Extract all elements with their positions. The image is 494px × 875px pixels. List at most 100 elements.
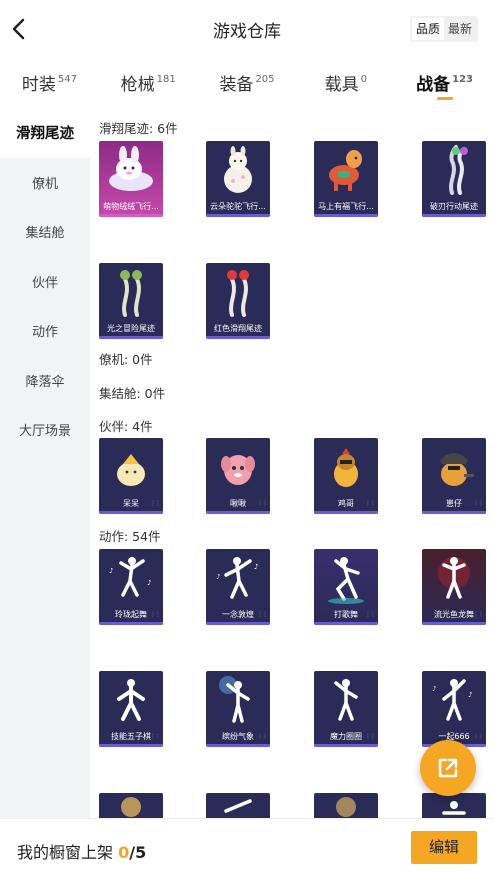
item-card[interactable]: 马上有福飞行... [314, 141, 378, 217]
item-grid: 滑翔尾迹: 6件 萌物绒绒飞行... 云朵驼驼飞行... 马上有福飞行... 破… [90, 108, 494, 818]
sidebar-item-emote[interactable]: 动作 [0, 306, 90, 356]
item-card[interactable]: 光之冒险尾迹 [99, 263, 163, 339]
item-card[interactable]: 魔力圈圈 ⋮⋮ [314, 671, 378, 747]
tab-equipment[interactable]: 装备 205 [198, 58, 297, 108]
section-title-wingman: 僚机: 0件 [99, 352, 153, 367]
rarity-bar [99, 214, 163, 217]
item-card[interactable]: 鸡哥 ⋮⋮ [314, 438, 378, 514]
rarity-bar [99, 622, 163, 625]
lucky-horse-art [329, 150, 362, 191]
svg-text:♪: ♪ [147, 579, 151, 587]
sort-latest[interactable]: 最新 [444, 18, 476, 40]
rarity-bar [99, 744, 163, 747]
item-name: 马上有福飞行... [318, 202, 374, 211]
rarity-bar [206, 622, 270, 625]
item-card[interactable]: 啾啾 ⋮⋮ [206, 438, 270, 514]
cloud-alpaca-art [224, 146, 252, 193]
chick-art [117, 454, 145, 486]
item-card[interactable]: 呆呆 ⋮⋮ [99, 438, 163, 514]
rarity-bar [206, 214, 270, 217]
sort-quality[interactable]: 品质 [411, 18, 444, 40]
item-card[interactable]: ♪ ♪ 玲珑起舞 ⋮⋮ [99, 549, 163, 625]
item-name: 光之冒险尾迹 [107, 324, 155, 333]
tab-vehicles[interactable]: 载具 0 [296, 58, 395, 108]
dots-decoration: ⋮⋮ [150, 500, 161, 507]
top-bar: 游戏仓库 品质 最新 [0, 0, 494, 58]
rarity-bar [422, 214, 486, 217]
item-card[interactable] [99, 793, 163, 818]
dancer-art [328, 557, 364, 604]
svg-text:♪: ♪ [216, 573, 220, 581]
sidebar-item-partner[interactable]: 伙伴 [0, 257, 90, 307]
dancer-art [438, 557, 470, 599]
rarity-bar [314, 744, 378, 747]
rarity-bar [314, 622, 378, 625]
tab-combat-gear[interactable]: 战备 123 [395, 58, 494, 108]
dots-decoration: ⋮⋮ [473, 733, 484, 740]
trail-smoke-art [449, 145, 468, 195]
sidebar: 滑翔尾迹 僚机 集结舱 伙伴 动作 降落伞 大厅场景 [0, 108, 90, 875]
svg-text:♪: ♪ [468, 691, 472, 699]
item-card[interactable]: 崽仔 ⋮⋮ [422, 438, 486, 514]
dots-decoration: ⋮⋮ [257, 611, 268, 618]
item-card[interactable]: 破刃行动尾迹 [422, 141, 486, 217]
rooster-art [334, 448, 358, 487]
item-card[interactable]: 云朵驼驼飞行... [206, 141, 270, 217]
section-title-capsule: 集结舱: 0件 [99, 386, 166, 401]
section-title-glide: 滑翔尾迹: 6件 [99, 121, 178, 136]
dancer-art [117, 679, 145, 721]
sidebar-item-glide-trail[interactable]: 滑翔尾迹 [0, 108, 90, 158]
dots-decoration: ⋮⋮ [257, 733, 268, 740]
item-card[interactable] [314, 793, 378, 818]
shelf-label: 我的橱窗上架 [17, 843, 114, 862]
sidebar-item-wingman[interactable]: 僚机 [0, 158, 90, 208]
dots-decoration: ⋮⋮ [365, 611, 376, 618]
sidebar-item-lobby-scene[interactable]: 大厅场景 [0, 405, 90, 455]
dots-decoration: ⋮⋮ [473, 611, 484, 618]
dots-decoration: ⋮⋮ [365, 733, 376, 740]
item-card[interactable]: 萌物绒绒飞行... [99, 141, 163, 217]
dancer-art: ♪♪ [216, 557, 258, 599]
rarity-bar [422, 511, 486, 514]
soldier-chick-art [440, 453, 474, 486]
bottom-bar: 我的橱窗上架 0/5 编辑 [0, 818, 494, 875]
item-card[interactable]: ♪ ♪ 一起666 ⋮⋮ [422, 671, 486, 747]
rarity-bar [206, 744, 270, 747]
tab-guns[interactable]: 枪械 181 [99, 58, 198, 108]
category-tabs: 时装 547 枪械 181 装备 205 载具 0 战备 123 [0, 58, 494, 108]
dots-decoration: ⋮⋮ [150, 611, 161, 618]
sidebar-item-capsule[interactable]: 集结舱 [0, 207, 90, 257]
rarity-bar [314, 511, 378, 514]
item-name: 云朵驼驼飞行... [210, 202, 266, 211]
dots-decoration: ⋮⋮ [473, 500, 484, 507]
plush-rabbit-art [109, 146, 153, 191]
svg-text:♪: ♪ [109, 567, 113, 575]
share-fab[interactable] [420, 740, 476, 796]
shelf-count: 0 [118, 843, 130, 862]
dancer-art [442, 801, 466, 815]
glow-art [336, 797, 356, 817]
shelf-total: /5 [129, 843, 147, 862]
sort-toggle[interactable]: 品质 最新 [409, 16, 478, 42]
item-card[interactable] [206, 793, 270, 818]
rarity-bar [314, 214, 378, 217]
item-card[interactable]: 流光鱼龙舞 ⋮⋮ [422, 549, 486, 625]
pink-creature-art [221, 455, 255, 485]
dancer-art: ♪♪ [432, 679, 472, 721]
item-name: 破刃行动尾迹 [430, 202, 478, 211]
item-card[interactable] [422, 793, 486, 818]
item-card[interactable]: 红色滑翔尾迹 [206, 263, 270, 339]
rarity-bar [422, 622, 486, 625]
item-card[interactable]: 缤纷气象 ⋮⋮ [206, 671, 270, 747]
rarity-bar [206, 511, 270, 514]
tab-fashion[interactable]: 时装 547 [0, 58, 99, 108]
sidebar-item-parachute[interactable]: 降落伞 [0, 356, 90, 406]
item-name: 红色滑翔尾迹 [214, 324, 262, 333]
svg-text:♪: ♪ [254, 563, 258, 571]
item-card[interactable]: 打歌舞 ⋮⋮ [314, 549, 378, 625]
item-card[interactable]: 技能五子棋 ⋮⋮ [99, 671, 163, 747]
glow-art [121, 797, 141, 817]
dancer-art [224, 799, 252, 813]
edit-button[interactable]: 编辑 [411, 831, 477, 864]
item-card[interactable]: ♪ ♪ 一念敦煌 ⋮⋮ [206, 549, 270, 625]
